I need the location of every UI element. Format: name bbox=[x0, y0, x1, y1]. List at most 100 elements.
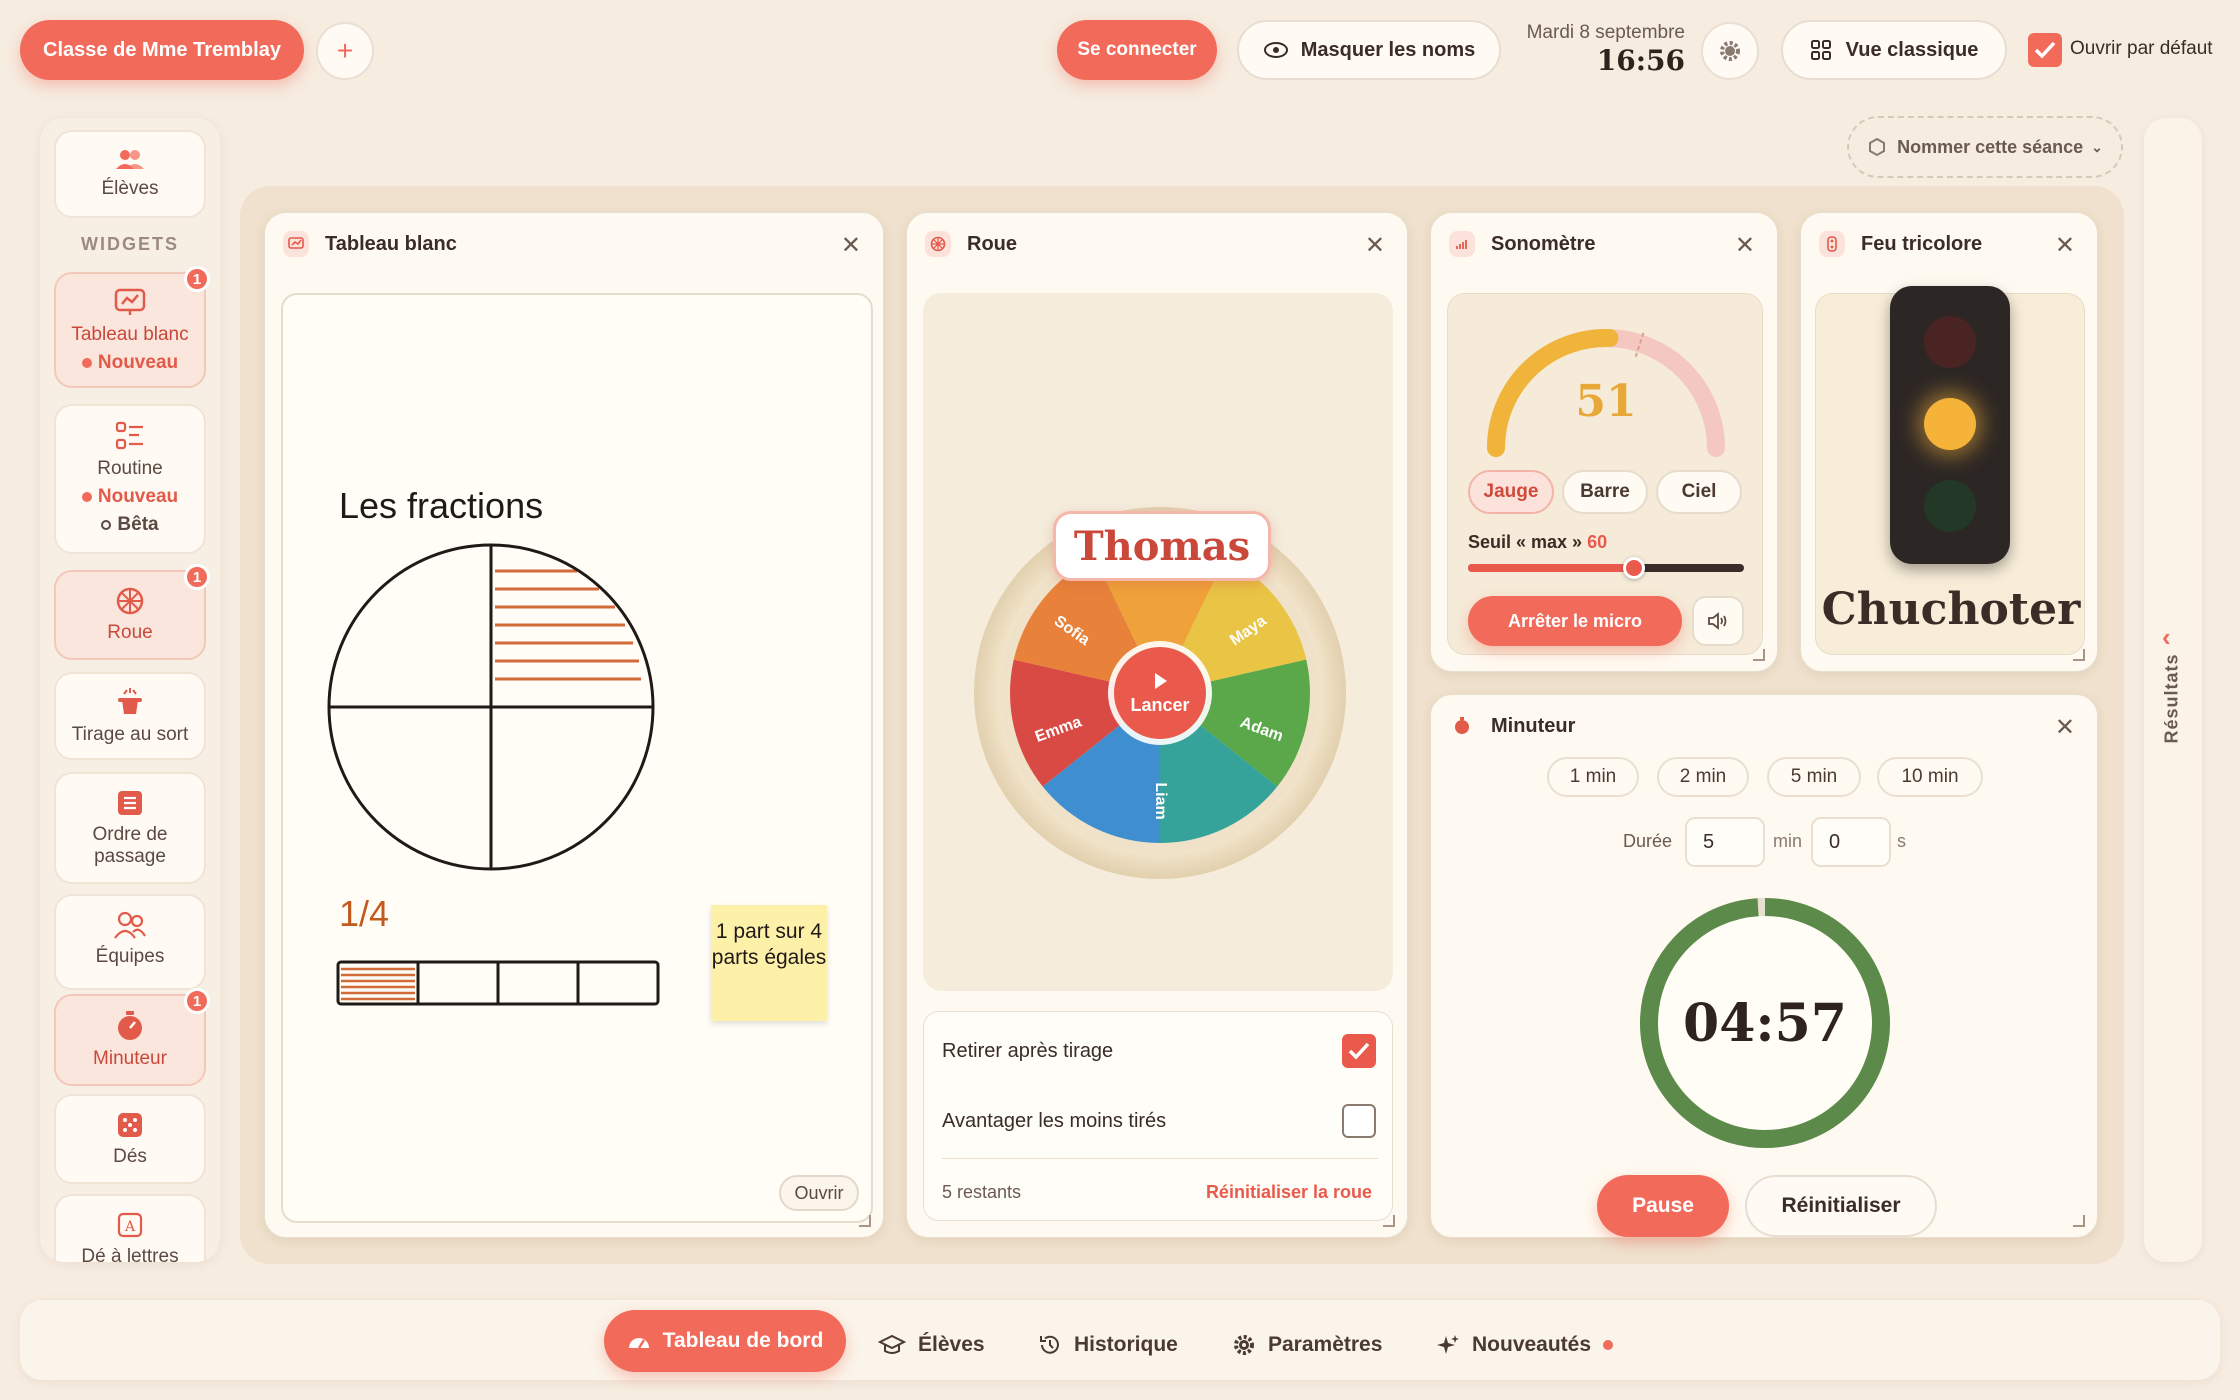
preset-2min-button[interactable]: 2 min bbox=[1657, 757, 1749, 797]
open-default-checkbox[interactable] bbox=[2028, 33, 2062, 67]
sound-gauge: 51 bbox=[1487, 329, 1725, 457]
threshold-value: 60 bbox=[1587, 532, 1608, 552]
threshold-slider[interactable] bbox=[1468, 557, 1744, 579]
sticky-note[interactable]: 1 part sur 4 parts égales bbox=[711, 905, 827, 1021]
grid-icon bbox=[1810, 40, 1831, 60]
resize-handle[interactable] bbox=[2073, 1215, 2085, 1227]
add-class-button[interactable]: + bbox=[316, 22, 374, 80]
sidebar-item-dice[interactable]: Dés bbox=[54, 1094, 206, 1184]
timer-header: Minuteur ✕ bbox=[1431, 695, 2097, 757]
resize-handle[interactable] bbox=[859, 1215, 871, 1227]
preset-5min-button[interactable]: 5 min bbox=[1767, 757, 1861, 797]
hide-names-label: Masquer les noms bbox=[1300, 38, 1476, 61]
threshold-text: Seuil « max » bbox=[1468, 532, 1583, 552]
slider-handle[interactable] bbox=[1622, 557, 1645, 579]
dashboard-gauge-icon bbox=[628, 1338, 649, 1349]
notification-badge: 1 bbox=[184, 564, 210, 590]
favor-least-drawn-label: Avantager les moins tirés bbox=[942, 1110, 1167, 1132]
sidebar-item-wheel[interactable]: 1 Roue bbox=[54, 564, 210, 660]
open-whiteboard-button[interactable]: Ouvrir bbox=[779, 1175, 859, 1211]
sidebar-item-timer[interactable]: 1 Minuteur bbox=[54, 988, 210, 1086]
whiteboard-icon bbox=[114, 288, 146, 315]
sidebar-item-label: Routine bbox=[97, 458, 163, 479]
wheel-icon bbox=[116, 587, 144, 615]
remaining-count: 5 restants bbox=[942, 1182, 1022, 1202]
whiteboard-heading: Les fractions bbox=[339, 485, 544, 526]
open-label: Ouvrir bbox=[794, 1182, 844, 1203]
wheel-panel: Roue ✕ Maya Adam Liam Emma Sofia Lancer Thom… bbox=[906, 212, 1408, 1238]
remove-after-draw-label: Retirer après tirage bbox=[942, 1040, 1114, 1062]
resize-handle[interactable] bbox=[2073, 649, 2085, 661]
close-icon[interactable]: ✕ bbox=[1735, 231, 1755, 260]
mode-bar-button[interactable]: Barre bbox=[1562, 470, 1648, 514]
students-icon bbox=[116, 150, 144, 169]
slider-fill bbox=[1468, 564, 1634, 572]
remove-after-draw-checkbox[interactable] bbox=[1342, 1034, 1376, 1068]
speaker-button[interactable] bbox=[1692, 596, 1744, 646]
minutes-input[interactable] bbox=[1685, 817, 1765, 867]
wheel-header: Roue ✕ bbox=[907, 213, 1407, 275]
reset-wheel-link[interactable]: Réinitialiser la roue bbox=[1206, 1182, 1372, 1203]
widgets-section-label: WIDGETS bbox=[81, 234, 179, 254]
sidebar-item-label: Dés bbox=[113, 1146, 147, 1167]
seconds-input[interactable] bbox=[1811, 817, 1891, 867]
green-light bbox=[1924, 480, 1976, 532]
eye-icon bbox=[1263, 42, 1288, 58]
hexagon-icon bbox=[1869, 137, 1886, 157]
whiteboard-canvas[interactable]: Les fractions 1/4 1 part sur 4 parts éga… bbox=[281, 293, 873, 1223]
nav-settings[interactable]: Paramètres bbox=[1232, 1314, 1382, 1376]
sidebar-item-whiteboard[interactable]: 1 Tableau blanc Nouveau bbox=[54, 266, 210, 388]
connect-label: Se connecter bbox=[1077, 39, 1197, 60]
hide-names-button[interactable]: Masquer les noms bbox=[1237, 20, 1501, 80]
spin-wheel[interactable]: MayaAdamLiamEmmaSofia Lancer bbox=[955, 423, 1365, 879]
wheel-name-label: Liam bbox=[1152, 782, 1169, 819]
sidebar-item-order[interactable]: Ordre de passage bbox=[54, 772, 206, 884]
resize-handle[interactable] bbox=[1753, 649, 1765, 661]
close-icon[interactable]: ✕ bbox=[2055, 231, 2075, 260]
notification-badge: 1 bbox=[184, 266, 210, 292]
spin-button[interactable] bbox=[1114, 647, 1206, 739]
panel-title: Feu tricolore bbox=[1861, 232, 1983, 255]
preset-1min-button[interactable]: 1 min bbox=[1547, 757, 1639, 797]
favor-least-drawn-checkbox[interactable] bbox=[1342, 1104, 1376, 1138]
stop-mic-button[interactable]: Arrêter le micro bbox=[1468, 596, 1682, 646]
nav-label: Élèves bbox=[918, 1333, 985, 1356]
connect-button[interactable]: Se connecter bbox=[1057, 20, 1217, 80]
close-icon[interactable]: ✕ bbox=[2055, 713, 2075, 742]
spin-label: Lancer bbox=[1130, 695, 1189, 715]
close-icon[interactable]: ✕ bbox=[1365, 231, 1385, 260]
timer-display: 04:57 bbox=[1683, 993, 1847, 1054]
panel-title: Minuteur bbox=[1491, 714, 1576, 737]
sidebar-item-teams[interactable]: Équipes bbox=[54, 894, 206, 990]
sound-bars-icon bbox=[1449, 231, 1475, 257]
sidebar-item-label: Roue bbox=[107, 622, 153, 643]
traffic-light-housing[interactable] bbox=[1890, 286, 2010, 564]
resize-handle[interactable] bbox=[1383, 1215, 1395, 1227]
gear-icon bbox=[1234, 1335, 1254, 1355]
results-side-tab[interactable]: ‹ Résultats bbox=[2144, 118, 2202, 1262]
reset-timer-button[interactable]: Réinitialiser bbox=[1745, 1175, 1937, 1237]
clock-time: 16:56 bbox=[1596, 44, 1685, 77]
nav-history[interactable]: Historique bbox=[1038, 1314, 1178, 1376]
sidebar-item-random-draw[interactable]: Tirage au sort bbox=[54, 672, 206, 760]
class-selector-button[interactable]: Classe de Mme Tremblay bbox=[20, 20, 304, 80]
wheel-icon bbox=[925, 231, 951, 257]
settings-button[interactable] bbox=[1701, 22, 1759, 80]
mode-sky-button[interactable]: Ciel bbox=[1656, 470, 1742, 514]
session-name-button[interactable]: Nommer cette séance ⌄ bbox=[1847, 116, 2123, 178]
preset-10min-button[interactable]: 10 min bbox=[1877, 757, 1983, 797]
nav-students[interactable]: Élèves bbox=[878, 1314, 985, 1376]
sidebar-item-letter-dice[interactable]: A Dé à lettres bbox=[54, 1194, 206, 1262]
sidebar-item-students[interactable]: Élèves bbox=[54, 130, 206, 218]
nav-whats-new[interactable]: Nouveautés bbox=[1436, 1314, 1614, 1376]
pause-button[interactable]: Pause bbox=[1597, 1175, 1729, 1237]
sidebar-item-routine[interactable]: Routine Nouveau Bêta bbox=[54, 404, 206, 554]
nav-dashboard[interactable]: Tableau de bord bbox=[604, 1310, 846, 1372]
speaker-icon bbox=[1708, 612, 1727, 630]
close-icon[interactable]: ✕ bbox=[841, 231, 861, 260]
stopwatch-icon bbox=[1449, 713, 1475, 739]
checklist-icon bbox=[115, 421, 143, 450]
classic-view-button[interactable]: Vue classique bbox=[1781, 20, 2007, 80]
svg-text:A: A bbox=[124, 1219, 136, 1235]
mode-gauge-button[interactable]: Jauge bbox=[1468, 470, 1554, 514]
